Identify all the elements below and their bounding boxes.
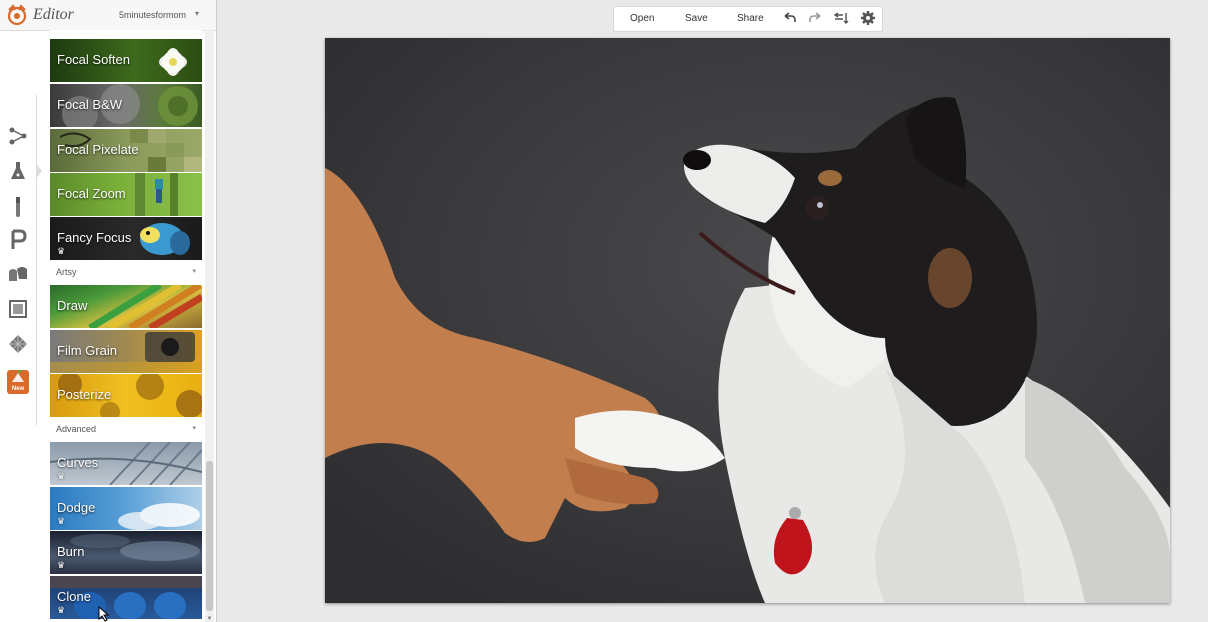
effect-tile-focal-pixelate[interactable]: Focal Pixelate (50, 129, 202, 172)
effect-label: Draw (57, 298, 88, 313)
effect-label: Clone (57, 589, 91, 604)
effect-tile-curves[interactable]: Curves ♛ (50, 442, 202, 485)
photo-canvas[interactable] (325, 38, 1170, 603)
chevron-down-icon: ▾ (192, 425, 196, 432)
open-button[interactable]: Open (630, 13, 654, 24)
effect-label: Focal B&W (57, 97, 123, 112)
app-title: Editor (33, 6, 74, 23)
effect-label: Posterize (57, 387, 112, 402)
premium-crown-icon: ♛ (57, 471, 66, 481)
scrollbar-thumb[interactable] (206, 461, 213, 611)
effect-tile-posterize[interactable]: Posterize (50, 374, 202, 417)
effects-icon[interactable] (7, 160, 29, 182)
mouse-cursor-icon (98, 606, 110, 622)
effect-label: Focal Soften (57, 52, 130, 67)
scroll-down-arrow-icon[interactable]: ▼ (205, 616, 214, 622)
save-button[interactable]: Save (685, 13, 708, 24)
section-header-artsy[interactable]: Artsy ▾ (50, 262, 202, 282)
section-header-advanced[interactable]: Advanced ▾ (50, 419, 202, 439)
effect-label: Curves (57, 455, 99, 470)
sidebar: Editor 5minutesformom ▾ New Focal Soften… (0, 0, 217, 622)
premium-crown-icon: ♛ (57, 560, 66, 570)
settings-icon[interactable] (860, 10, 876, 26)
premium-crown-icon: ♛ (57, 516, 66, 526)
effect-label: Focal Zoom (57, 186, 126, 201)
text-icon[interactable] (7, 229, 29, 251)
redo-icon[interactable] (808, 10, 824, 26)
seasonal-new-icon[interactable]: New (7, 369, 29, 394)
overlays-icon[interactable] (7, 264, 29, 286)
editor-toolbar: Open Save Share (613, 6, 883, 32)
effect-tile-film-grain[interactable]: Film Grain (50, 330, 202, 373)
effect-label: Dodge (57, 500, 96, 515)
logo-icon (7, 4, 27, 26)
effect-label: Fancy Focus (57, 230, 132, 245)
section-title: Artsy (56, 267, 77, 277)
effect-tile-focal-soften[interactable]: Focal Soften (50, 39, 202, 82)
account-menu[interactable]: 5minutesformom (119, 10, 186, 20)
effect-tile-dodge[interactable]: Dodge ♛ (50, 487, 202, 530)
rail-active-indicator (36, 163, 42, 179)
effect-tile-draw[interactable]: Draw (50, 285, 202, 328)
effect-tile-fancy-focus[interactable]: Fancy Focus ♛ (50, 217, 202, 260)
effect-tile-focal-bw[interactable]: Focal B&W (50, 84, 202, 127)
chevron-down-icon: ▾ (192, 268, 196, 275)
compare-icon[interactable] (834, 10, 850, 26)
dog-photo (325, 38, 1170, 603)
touch-up-icon[interactable] (7, 196, 29, 218)
effect-label: Focal Pixelate (57, 142, 139, 157)
effect-tile-burn[interactable]: Burn ♛ (50, 531, 202, 574)
share-button[interactable]: Share (737, 13, 764, 24)
effects-list: Focal Soften Focal B&W Focal Pixelate Fo… (50, 30, 202, 622)
frames-icon[interactable] (7, 298, 29, 320)
chevron-down-icon[interactable]: ▾ (195, 9, 199, 18)
effect-tile-focal-zoom[interactable]: Focal Zoom (50, 173, 202, 216)
effect-label: Burn (57, 544, 85, 559)
textures-icon[interactable] (7, 333, 29, 355)
section-title: Advanced (56, 424, 97, 434)
effect-tile-clone[interactable]: Clone ♛ (50, 576, 202, 619)
effect-label: Film Grain (57, 343, 117, 358)
app-header: Editor 5minutesformom ▾ (0, 0, 216, 31)
basic-edits-icon[interactable] (7, 125, 29, 147)
undo-icon[interactable] (781, 10, 797, 26)
new-badge-label: New (11, 386, 25, 392)
premium-crown-icon: ♛ (57, 605, 66, 615)
effects-scrollbar[interactable]: ▼ (205, 30, 214, 622)
rail-divider (36, 95, 37, 425)
premium-crown-icon: ♛ (57, 246, 66, 256)
